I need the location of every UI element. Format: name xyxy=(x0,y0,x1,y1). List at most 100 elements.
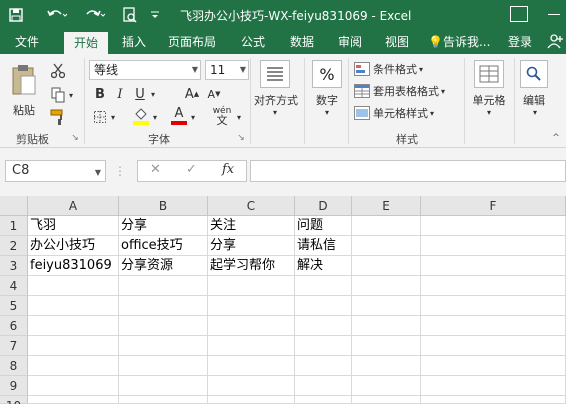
cell-e10[interactable] xyxy=(352,396,421,404)
cell-c6[interactable] xyxy=(208,316,295,336)
cell-d8[interactable] xyxy=(295,356,352,376)
phonetic-dropdown-icon[interactable]: ▾ xyxy=(234,108,244,126)
row-header-10[interactable]: 10 xyxy=(0,396,28,404)
row-header-6[interactable]: 6 xyxy=(0,316,28,336)
cell-b8[interactable] xyxy=(119,356,208,376)
cell-e8[interactable] xyxy=(352,356,421,376)
shrink-font-button[interactable]: A ▼ xyxy=(204,84,224,104)
conditional-formatting-button[interactable]: 条件格式 ▾ xyxy=(354,60,438,78)
cell-a1[interactable]: 飞羽 xyxy=(28,216,119,236)
tab-page-layout[interactable]: 页面布局 xyxy=(162,30,222,54)
cell-a5[interactable] xyxy=(28,296,119,316)
cell-f3[interactable] xyxy=(421,256,566,276)
cancel-entry-icon[interactable]: ✕ xyxy=(150,162,161,177)
underline-button[interactable]: U xyxy=(132,84,148,104)
cell-d10[interactable] xyxy=(295,396,352,404)
cell-c2[interactable]: 分享 xyxy=(208,236,295,256)
confirm-entry-icon[interactable]: ✓ xyxy=(186,162,197,177)
italic-button[interactable]: I xyxy=(112,84,128,104)
editing-dropdown-icon[interactable]: ▾ xyxy=(530,106,540,118)
cell-b7[interactable] xyxy=(119,336,208,356)
cells-icon[interactable] xyxy=(474,60,504,88)
name-box[interactable]: C8 ▼ xyxy=(5,160,106,182)
cell-d4[interactable] xyxy=(295,276,352,296)
select-all-corner[interactable] xyxy=(0,196,28,216)
fill-color-dropdown-icon[interactable]: ▾ xyxy=(150,108,160,126)
cell-e6[interactable] xyxy=(352,316,421,336)
save-icon[interactable] xyxy=(6,5,26,25)
undo-icon[interactable] xyxy=(44,5,70,25)
cell-e1[interactable] xyxy=(352,216,421,236)
row-header-9[interactable]: 9 xyxy=(0,376,28,396)
copy-dropdown-icon[interactable]: ▾ xyxy=(66,86,76,104)
column-header-d[interactable]: D xyxy=(295,196,352,216)
cell-d2[interactable]: 请私信 xyxy=(295,236,352,256)
cell-a4[interactable] xyxy=(28,276,119,296)
cell-f1[interactable] xyxy=(421,216,566,236)
cell-e5[interactable] xyxy=(352,296,421,316)
tell-me-search[interactable]: 💡告诉我... xyxy=(428,30,490,54)
tab-file[interactable]: 文件 xyxy=(8,30,46,54)
redo-icon[interactable] xyxy=(82,5,108,25)
cell-c10[interactable] xyxy=(208,396,295,404)
worksheet-grid[interactable]: A B C D E F 1 2 3 4 5 6 7 8 9 10 飞羽分享关注问… xyxy=(0,196,566,404)
cut-icon[interactable] xyxy=(48,62,68,80)
phonetic-button[interactable]: wén 文 xyxy=(210,106,234,127)
formula-input[interactable] xyxy=(250,160,566,182)
cell-b3[interactable]: 分享资源 xyxy=(119,256,208,276)
login-link[interactable]: 登录 xyxy=(508,30,532,54)
copy-icon[interactable] xyxy=(48,86,68,104)
cell-f6[interactable] xyxy=(421,316,566,336)
tab-home[interactable]: 开始 xyxy=(64,32,108,54)
cell-b2[interactable]: office技巧 xyxy=(119,236,208,256)
column-header-b[interactable]: B xyxy=(119,196,208,216)
cell-c3[interactable]: 起学习帮你 xyxy=(208,256,295,276)
cell-b5[interactable] xyxy=(119,296,208,316)
cell-f2[interactable] xyxy=(421,236,566,256)
font-color-button[interactable]: A xyxy=(170,106,188,126)
cell-f9[interactable] xyxy=(421,376,566,396)
cell-b10[interactable] xyxy=(119,396,208,404)
cell-a9[interactable] xyxy=(28,376,119,396)
cell-a7[interactable] xyxy=(28,336,119,356)
format-as-table-button[interactable]: 套用表格格式 ▾ xyxy=(354,82,454,100)
cell-c9[interactable] xyxy=(208,376,295,396)
tab-review[interactable]: 审阅 xyxy=(331,30,369,54)
namebox-splitter-icon[interactable]: ⋮ xyxy=(114,164,126,178)
font-color-dropdown-icon[interactable]: ▾ xyxy=(188,108,198,126)
cells-dropdown-icon[interactable]: ▾ xyxy=(484,106,494,118)
alignment-icon[interactable] xyxy=(260,60,290,88)
paste-button[interactable] xyxy=(8,60,40,102)
cell-d9[interactable] xyxy=(295,376,352,396)
insert-function-icon[interactable]: fx xyxy=(222,162,234,177)
cell-f10[interactable] xyxy=(421,396,566,404)
cell-e4[interactable] xyxy=(352,276,421,296)
font-name-combo[interactable]: 等线 ▼ xyxy=(89,60,201,80)
cell-styles-button[interactable]: 单元格样式 ▾ xyxy=(354,104,448,122)
cell-b9[interactable] xyxy=(119,376,208,396)
collapse-ribbon-icon[interactable]: ^ xyxy=(550,132,562,144)
search-icon[interactable] xyxy=(520,60,548,88)
number-dropdown-icon[interactable]: ▾ xyxy=(322,106,332,118)
cell-d6[interactable] xyxy=(295,316,352,336)
tab-view[interactable]: 视图 xyxy=(378,30,416,54)
cell-d5[interactable] xyxy=(295,296,352,316)
cell-b1[interactable]: 分享 xyxy=(119,216,208,236)
underline-dropdown-icon[interactable]: ▾ xyxy=(148,84,158,104)
cell-e7[interactable] xyxy=(352,336,421,356)
font-size-combo[interactable]: 11 ▼ xyxy=(205,60,249,80)
cell-a3[interactable]: feiyu831069 xyxy=(28,256,119,276)
tab-formulas[interactable]: 公式 xyxy=(234,30,272,54)
fill-color-button[interactable] xyxy=(132,106,150,126)
row-header-2[interactable]: 2 xyxy=(0,236,28,256)
row-header-1[interactable]: 1 xyxy=(0,216,28,236)
cell-f8[interactable] xyxy=(421,356,566,376)
cell-f7[interactable] xyxy=(421,336,566,356)
cell-c1[interactable]: 关注 xyxy=(208,216,295,236)
row-header-5[interactable]: 5 xyxy=(0,296,28,316)
row-header-8[interactable]: 8 xyxy=(0,356,28,376)
borders-icon[interactable] xyxy=(92,108,108,126)
cell-a10[interactable] xyxy=(28,396,119,404)
number-format-icon[interactable]: % xyxy=(312,60,342,88)
row-header-7[interactable]: 7 xyxy=(0,336,28,356)
